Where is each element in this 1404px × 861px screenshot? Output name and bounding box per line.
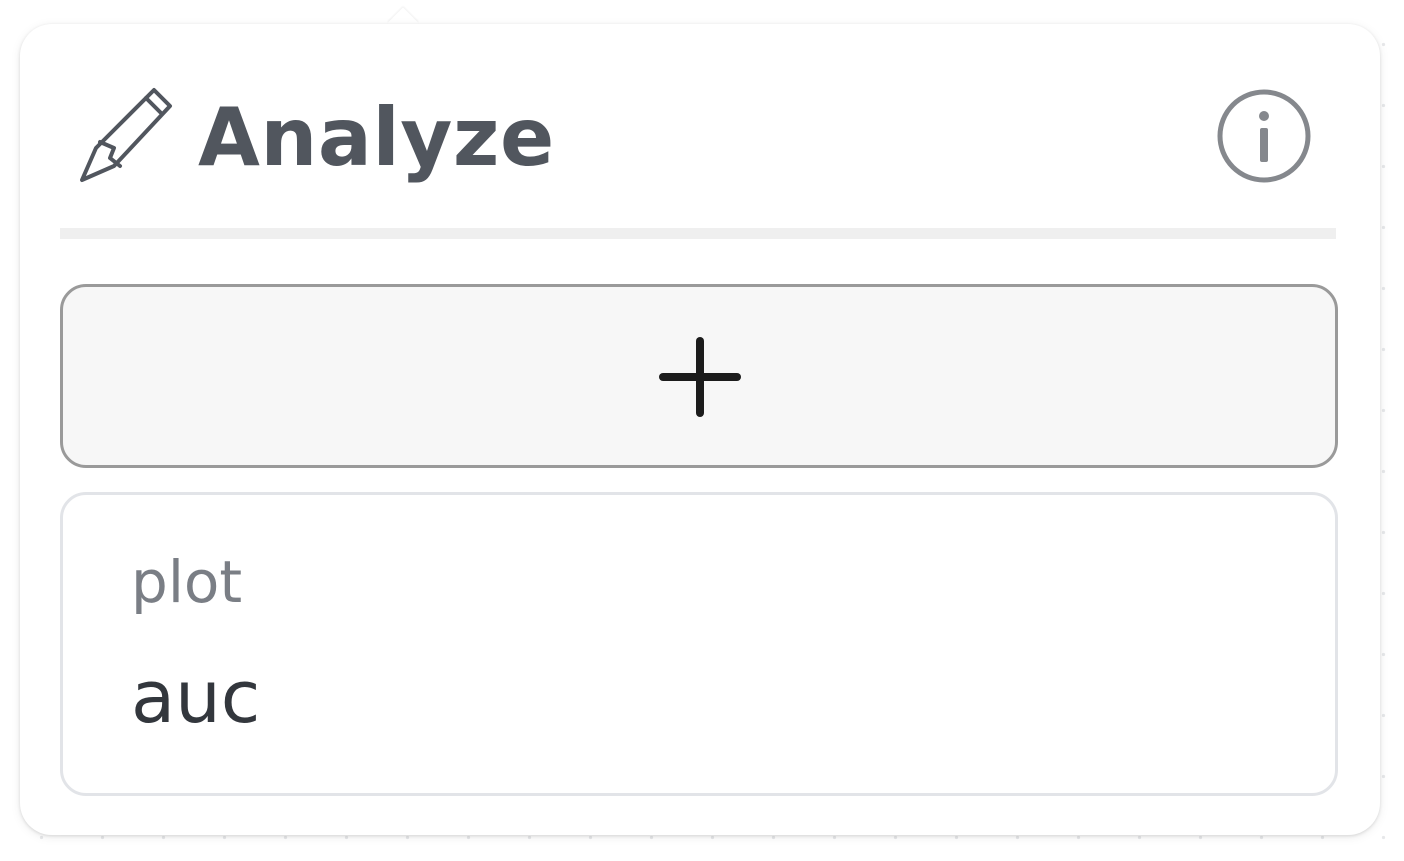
header-divider [60,228,1336,239]
info-icon [1217,89,1311,183]
plus-icon [659,337,741,417]
panel-title: Analyze [198,91,555,184]
node-type-label: plot [131,548,243,616]
analyze-panel: Analyze plot auc [20,24,1380,835]
panel-header: Analyze [60,84,1336,194]
add-step-button[interactable] [60,284,1338,468]
node-card[interactable]: plot auc [60,492,1338,796]
canvas-background: Analyze plot auc [0,0,1404,861]
node-name: auc [131,655,261,739]
pencil-icon [80,88,172,182]
info-button[interactable] [1216,86,1312,186]
